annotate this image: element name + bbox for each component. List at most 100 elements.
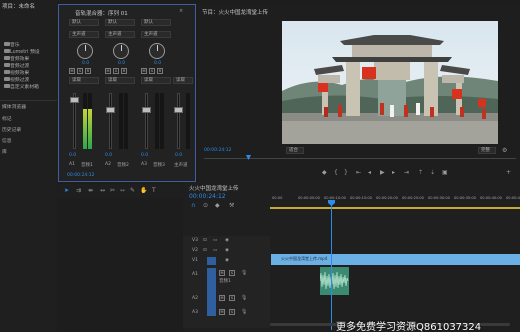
eye-icon[interactable]: ◉ [225,238,229,244]
zoom-dropdown[interactable]: 适合 [286,147,304,154]
export-frame-icon[interactable]: ▣ [442,170,448,176]
track-label-v1[interactable]: V1 [192,258,198,263]
microphone-icon[interactable]: 🎙 [241,270,247,276]
snap-icon[interactable]: ∩ [191,203,195,209]
rate-stretch-tool-icon[interactable]: ↔ [100,188,105,194]
master-fader-track[interactable] [177,93,180,149]
tab-info[interactable]: 信息 [2,137,12,144]
add-button-icon[interactable]: + [506,170,511,176]
close-icon[interactable]: × [179,8,183,14]
track-label-a3[interactable]: A3 [192,310,198,315]
automation-mode-dropdown[interactable]: 读取 [141,77,171,84]
go-to-out-icon[interactable]: ⇥ [404,170,409,176]
track-target-a1[interactable] [207,268,216,316]
linked-selection-icon[interactable]: ⊙ [203,203,208,209]
volume-fader-handle[interactable] [142,107,151,113]
program-scrub-bar[interactable] [204,158,516,159]
mixer-timecode[interactable]: 00:00:24:12 [67,173,94,178]
timeline-playhead-line[interactable] [331,202,332,330]
pan-knob[interactable] [77,43,93,59]
channel-bus-dropdown[interactable]: 主声道 [69,31,99,38]
hand-tool-icon[interactable]: ✋ [140,188,147,194]
channel-bus-dropdown[interactable]: 主声道 [141,31,171,38]
track-label-a2[interactable]: A2 [192,296,198,301]
selection-tool-icon[interactable]: ➤ [64,188,69,194]
record-button[interactable]: R [85,68,91,74]
quality-dropdown[interactable]: 完整 [478,147,496,154]
master-fader-handle[interactable] [174,107,183,113]
volume-fader-handle[interactable] [106,107,115,113]
play-icon[interactable]: ▶ [380,170,385,176]
lock-icon[interactable]: ⊡ [203,238,207,244]
volume-fader-track[interactable] [109,93,112,149]
track-label-a1[interactable]: A1 [192,272,198,277]
mute-button[interactable]: M [219,309,225,315]
mark-out-icon[interactable]: } [344,170,348,176]
solo-button[interactable]: S [229,270,235,276]
mute-button[interactable]: M [219,270,225,276]
wrench-icon[interactable]: ⚒ [229,203,234,209]
add-marker-icon[interactable]: ◆ [215,203,220,209]
master-db-value[interactable]: 0.0 [175,153,182,158]
razor-tool-icon[interactable]: ✂ [110,188,115,194]
pan-value[interactable]: 0.0 [154,61,161,66]
channel-db-value[interactable]: 0.0 [105,153,112,158]
solo-button[interactable]: S [149,68,155,74]
record-button[interactable]: R [157,68,163,74]
go-to-in-icon[interactable]: ⇤ [356,170,361,176]
volume-fader-track[interactable] [145,93,148,149]
record-button[interactable]: R [121,68,127,74]
lift-icon[interactable]: ⇡ [418,170,423,176]
track-label-v3[interactable]: V3 [192,238,198,243]
mute-button[interactable]: M [105,68,111,74]
eye-icon[interactable]: ◉ [225,258,229,264]
project-item[interactable]: 视频过渡 [10,76,29,83]
channel-input-dropdown[interactable]: 默认 [141,19,171,26]
mixer-title[interactable]: 音轨混合器：序列 01 [75,9,128,17]
program-title[interactable]: 节目：火火中国龙湾堂上传 [202,8,268,16]
add-marker-icon[interactable]: ◆ [322,170,327,176]
project-item[interactable]: 视频效果 [10,69,29,76]
extract-icon[interactable]: ⇣ [430,170,435,176]
project-item[interactable]: 音频过渡 [10,62,29,69]
pan-knob[interactable] [113,43,129,59]
mute-button[interactable]: M [219,295,225,301]
step-back-icon[interactable]: ◂ [368,170,371,176]
project-item[interactable]: 自定义素材箱 [10,83,39,90]
mute-button[interactable]: M [141,68,147,74]
solo-button[interactable]: S [229,295,235,301]
microphone-icon[interactable]: 🎙 [241,295,247,301]
pan-value[interactable]: 0.0 [118,61,125,66]
audio-clip[interactable] [320,267,349,295]
tab-markers[interactable]: 标记 [2,115,12,122]
project-item[interactable]: 音乐 [10,41,20,48]
sync-lock-icon[interactable]: ▭ [213,248,217,254]
master-automation-dropdown[interactable]: 读取 [173,77,193,84]
timeline-timecode[interactable]: 00:00:24:12 [189,193,226,200]
program-timecode[interactable]: 00:00:24:12 [204,148,231,153]
channel-db-value[interactable]: 0.0 [69,153,76,158]
solo-button[interactable]: S [229,309,235,315]
tab-history[interactable]: 历史记录 [2,126,21,133]
pen-tool-icon[interactable]: ✎ [130,188,135,194]
type-tool-icon[interactable]: T [152,188,156,194]
eye-icon[interactable]: ◉ [225,248,229,254]
tab-media-browser[interactable]: 媒体浏览器 [2,103,26,110]
work-area-bar[interactable] [270,207,520,209]
sequence-tab[interactable]: 火火中国龙湾堂上传 [189,184,239,192]
channel-input-dropdown[interactable]: 默认 [105,19,135,26]
ripple-edit-tool-icon[interactable]: ⇹ [88,188,93,194]
microphone-icon[interactable]: 🎙 [241,309,247,315]
channel-db-value[interactable]: 0.0 [141,153,148,158]
pan-value[interactable]: 0.0 [82,61,89,66]
solo-button[interactable]: S [77,68,83,74]
project-item[interactable]: Lumetri 预设 [10,48,40,55]
slip-tool-icon[interactable]: ⇿ [120,188,125,194]
project-item[interactable]: 音频效果 [10,55,29,62]
volume-fader-handle[interactable] [70,97,79,103]
channel-input-dropdown[interactable]: 默认 [69,19,99,26]
channel-bus-dropdown[interactable]: 主声道 [105,31,135,38]
lock-icon[interactable]: ⊡ [203,248,207,254]
sync-lock-icon[interactable]: ▭ [213,238,217,244]
mute-button[interactable]: M [69,68,75,74]
